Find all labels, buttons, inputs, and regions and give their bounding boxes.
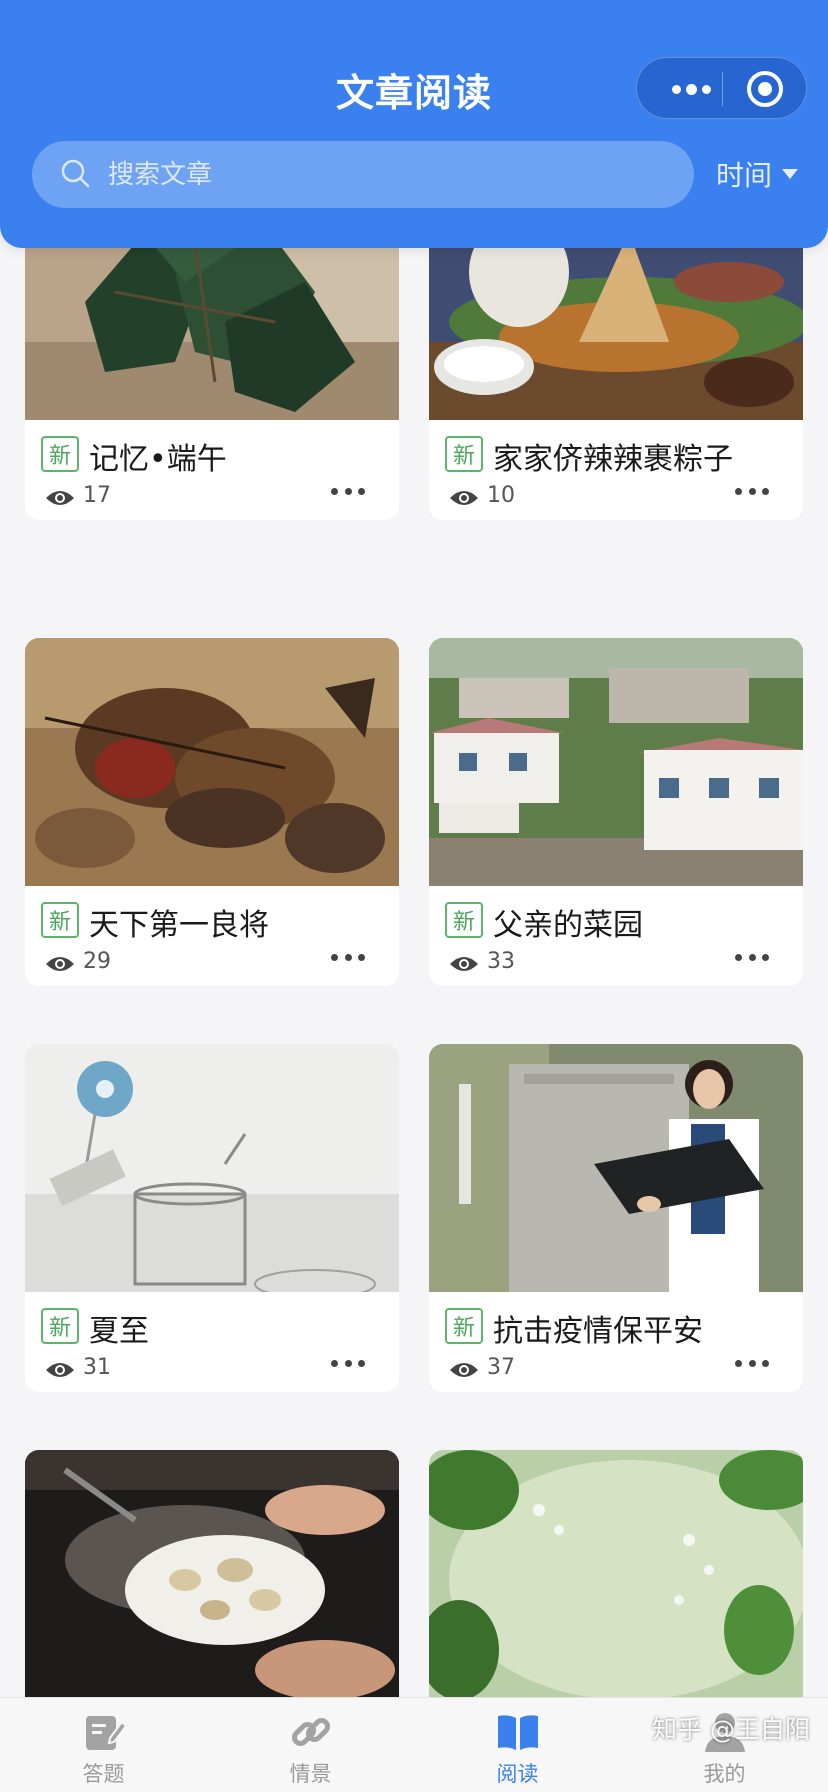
article-cover-image [429, 1450, 803, 1698]
eye-icon [46, 491, 74, 505]
view-count: 29 [83, 949, 111, 974]
more-options-icon[interactable] [331, 947, 365, 967]
eye-icon [46, 1363, 74, 1377]
capsule-divider [722, 72, 723, 106]
tab-reading[interactable]: 阅读 [414, 1698, 621, 1792]
view-count: 33 [487, 949, 515, 974]
caret-down-icon [782, 169, 799, 179]
view-count: 31 [83, 1355, 111, 1380]
eye-icon [450, 957, 478, 971]
article-title: 抗击疫情保平安 [493, 1314, 703, 1349]
book-icon [497, 1715, 538, 1750]
article-title: 记忆•端午 [89, 442, 227, 477]
more-dots-icon[interactable] [661, 58, 721, 120]
tab-label: 我的 [703, 1762, 746, 1786]
view-count: 17 [83, 483, 111, 508]
article-cover-image [429, 1044, 803, 1292]
search-bar[interactable] [32, 141, 694, 208]
article-title: 家家侪辣辣裹粽子 [493, 442, 733, 477]
tab-label: 答题 [82, 1762, 125, 1786]
new-badge: 新 [41, 436, 79, 472]
article-cover-image [25, 638, 399, 886]
article-card[interactable]: 新 天下第一良将 29 [25, 638, 399, 986]
new-badge: 新 [41, 1308, 79, 1344]
tab-label: 阅读 [496, 1762, 539, 1786]
sort-label: 时间 [716, 159, 773, 192]
article-title: 天下第一良将 [89, 908, 269, 943]
target-icon[interactable] [747, 71, 783, 107]
link-icon [291, 1717, 330, 1747]
mini-program-capsule [636, 57, 807, 119]
tab-answer[interactable]: 答题 [0, 1698, 207, 1792]
article-card[interactable]: 新 抗击疫情保平安 37 [429, 1044, 803, 1392]
header-bar: 文章阅读 时间 [0, 0, 828, 248]
new-badge: 新 [445, 1308, 483, 1344]
article-title: 父亲的菜园 [493, 908, 643, 943]
article-title: 夏至 [89, 1314, 149, 1349]
new-badge: 新 [445, 436, 483, 472]
watermark: 知乎 @王自阳 [652, 1715, 810, 1744]
view-count: 37 [487, 1355, 515, 1380]
search-icon [61, 159, 90, 188]
new-badge: 新 [41, 902, 79, 938]
more-options-icon[interactable] [331, 481, 365, 501]
tab-label: 情景 [289, 1762, 332, 1786]
search-input[interactable] [108, 141, 668, 208]
article-card[interactable]: 新 父亲的菜园 33 [429, 638, 803, 986]
article-cover-image [429, 638, 803, 886]
new-badge: 新 [445, 902, 483, 938]
more-options-icon[interactable] [735, 481, 769, 501]
more-options-icon[interactable] [331, 1353, 365, 1373]
more-options-icon[interactable] [735, 1353, 769, 1373]
eye-icon [450, 1363, 478, 1377]
eye-icon [46, 957, 74, 971]
edit-icon [85, 1716, 127, 1750]
sort-dropdown[interactable]: 时间 [716, 152, 799, 196]
article-cover-image [25, 1044, 399, 1292]
tab-scene[interactable]: 情景 [207, 1698, 414, 1792]
view-count: 10 [487, 483, 515, 508]
article-cover-image [25, 1450, 399, 1698]
more-options-icon[interactable] [735, 947, 769, 967]
article-card[interactable]: 新 夏至 31 [25, 1044, 399, 1392]
eye-icon [450, 491, 478, 505]
